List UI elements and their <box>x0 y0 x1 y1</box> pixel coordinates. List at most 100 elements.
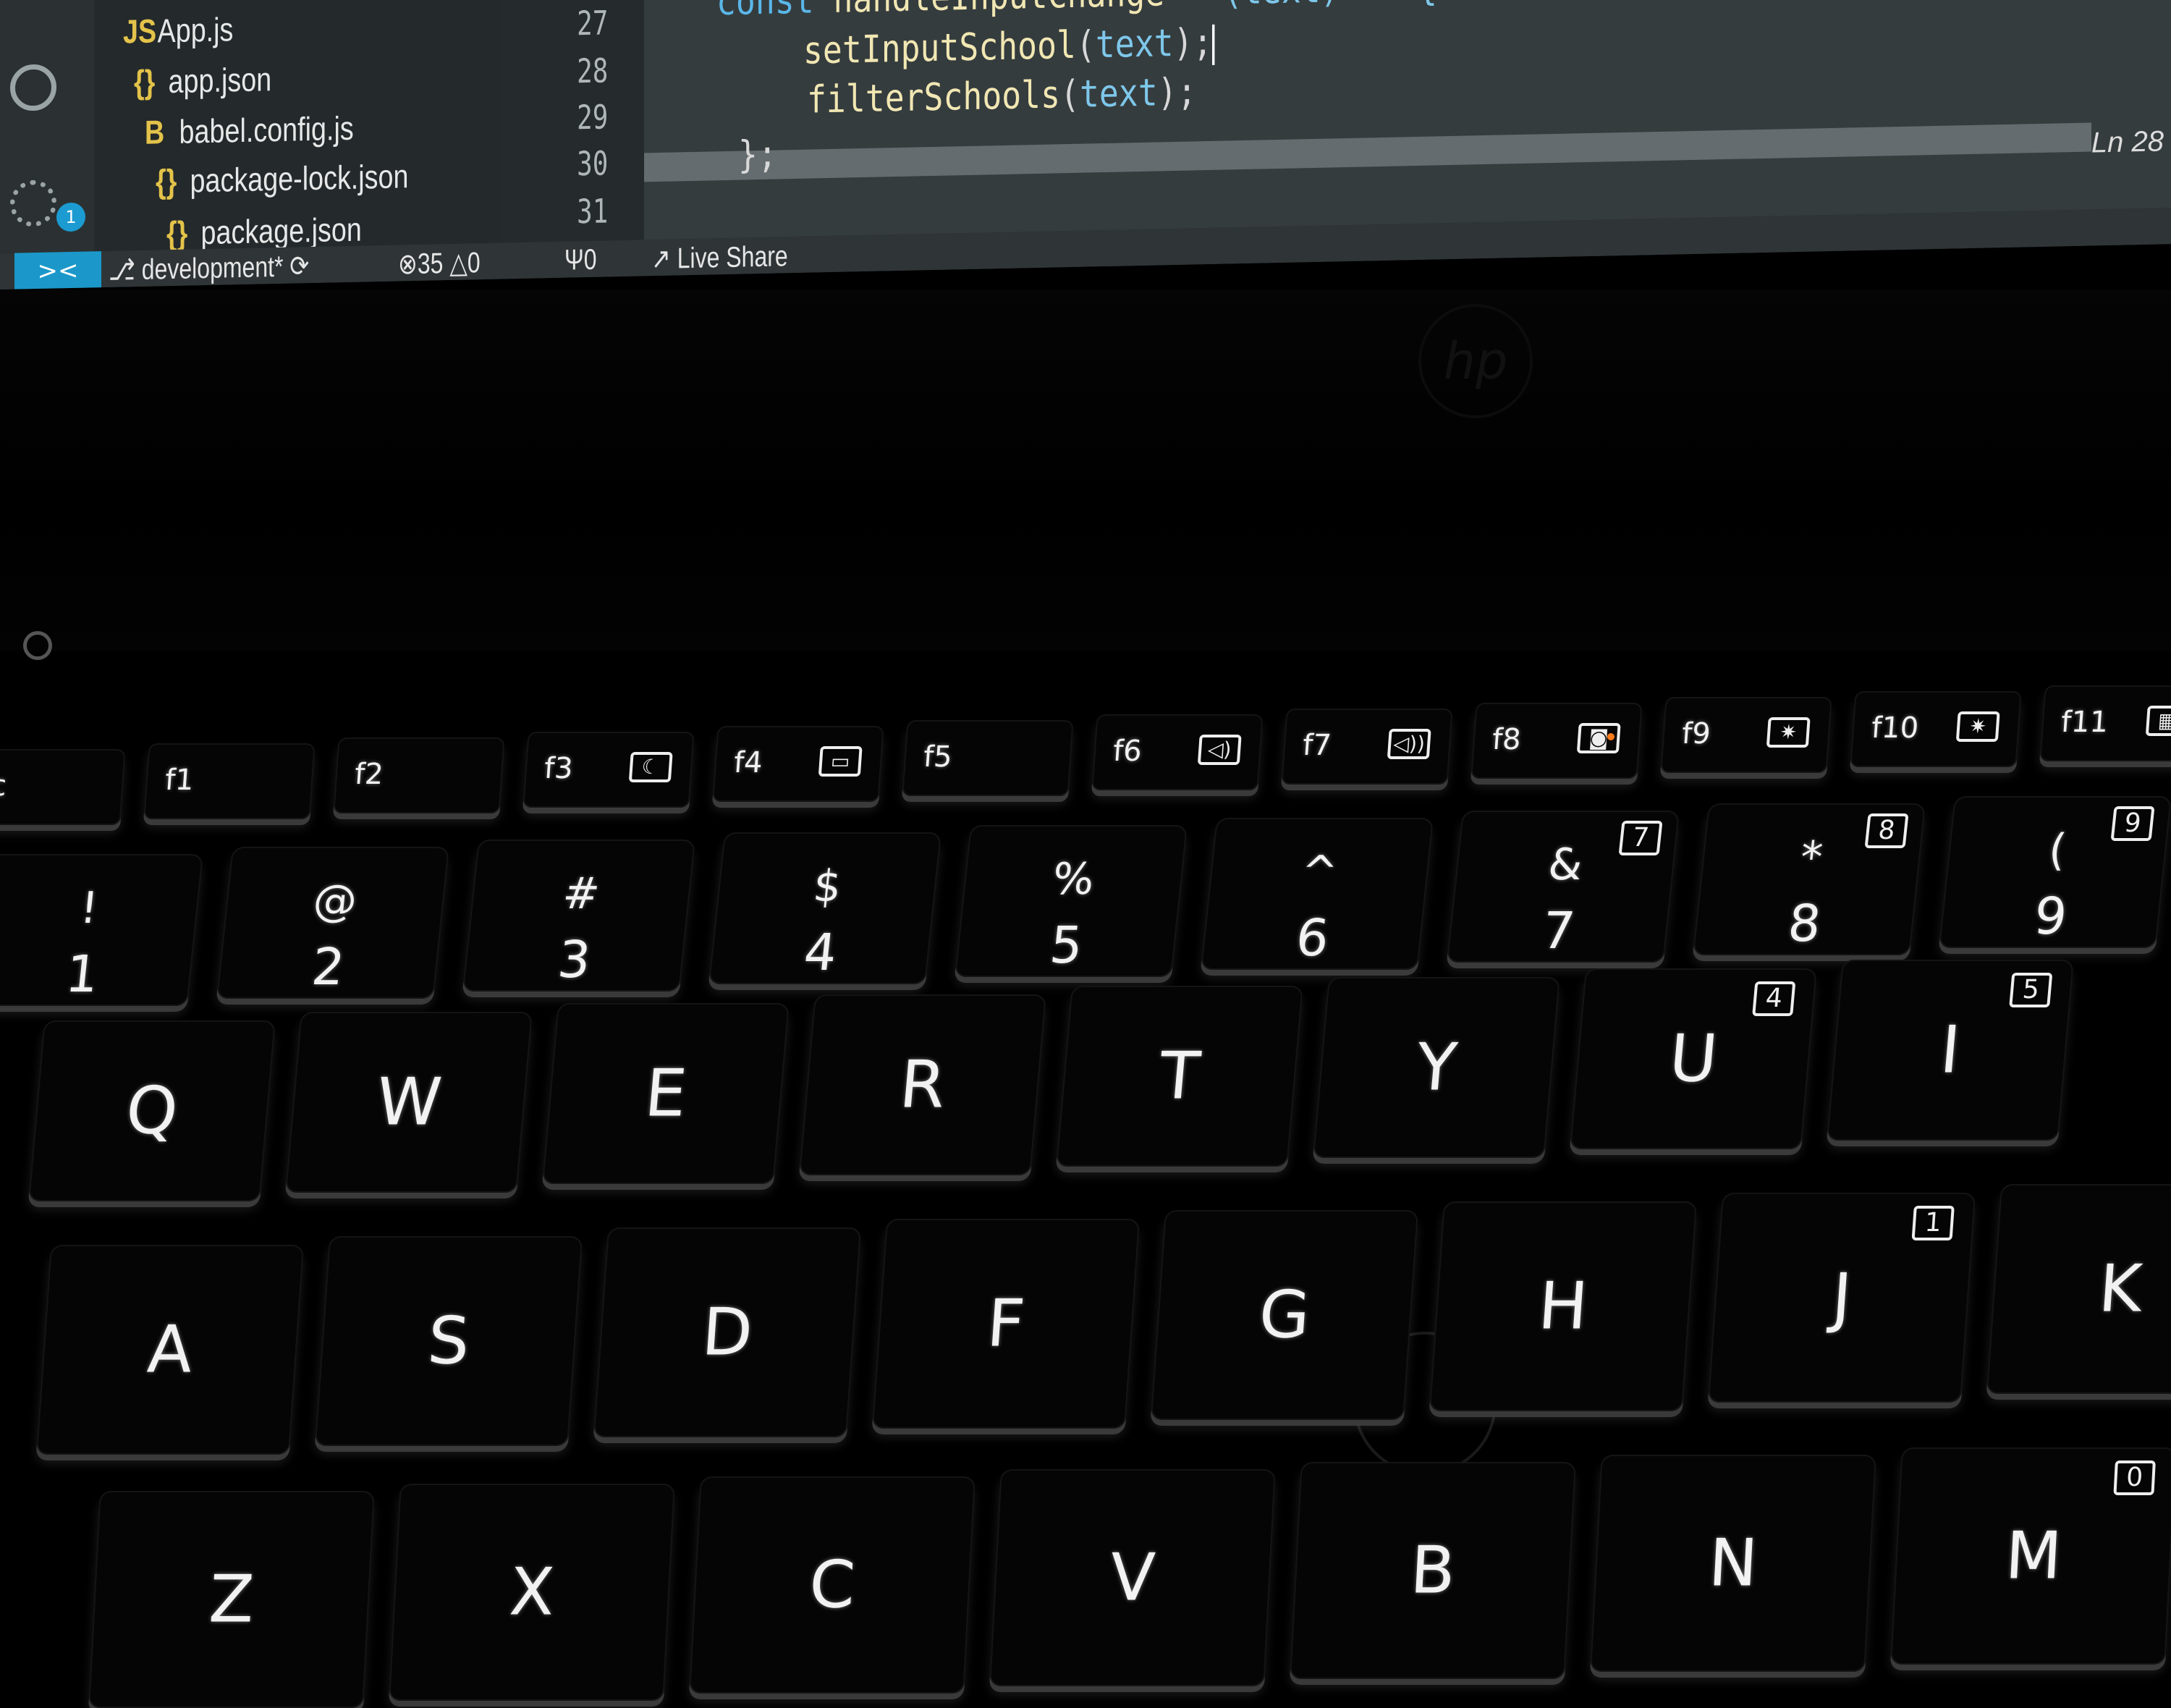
letter-key-v[interactable]: V <box>989 1469 1276 1686</box>
letter-key-s[interactable]: S <box>314 1236 583 1446</box>
letter-key-h[interactable]: H <box>1429 1201 1698 1411</box>
letter-key-g[interactable]: G <box>1150 1210 1419 1420</box>
activity-bar: 1 <box>0 0 94 254</box>
warning-icon: △ <box>449 247 467 279</box>
file-item[interactable]: {} app.json <box>134 59 271 106</box>
key-letter: T <box>1156 1038 1203 1115</box>
file-item[interactable]: {} package-lock.json <box>156 156 408 205</box>
function-key-f3[interactable]: f3 ☾ <box>522 732 695 808</box>
letter-key-z[interactable]: Z <box>88 1491 375 1708</box>
function-key-f5[interactable]: f5 <box>902 720 1074 796</box>
letter-key-f[interactable]: F <box>871 1219 1140 1429</box>
function-key-sc[interactable]: sc <box>0 749 126 825</box>
ports-indicator[interactable]: Ψ0 <box>564 244 597 277</box>
function-key-f8[interactable]: f8 ◙ <box>1470 703 1643 779</box>
key-letter: D <box>699 1294 756 1371</box>
function-key-f9[interactable]: f9 ✷ <box>1660 697 1832 773</box>
line-number: 30 <box>576 143 608 184</box>
letter-key-i[interactable]: I5 <box>1827 960 2074 1141</box>
function-key-icon: ▦ <box>2145 706 2171 736</box>
key-letter: H <box>1536 1268 1591 1345</box>
key-letter: N <box>1706 1525 1760 1602</box>
function-key-f10[interactable]: f10 ✷ <box>1850 691 2022 767</box>
laptop-bezel <box>0 289 2171 651</box>
letter-key-j[interactable]: J1 <box>1707 1193 1976 1403</box>
number-key-8[interactable]: * 8 8 <box>1692 803 1926 955</box>
key-label: f4 <box>732 746 764 779</box>
number-key-3[interactable]: #3 <box>462 840 696 992</box>
code-line: filterSchools(text); <box>807 70 1197 122</box>
letter-key-e[interactable]: E <box>542 1003 790 1184</box>
line-number: 28 <box>576 51 608 91</box>
number-key-6[interactable]: ^ 6 <box>1200 818 1434 970</box>
line-number: 27 <box>576 3 608 43</box>
key-symbol: # <box>560 868 602 919</box>
line-number: 29 <box>576 97 608 138</box>
key-letter: K <box>2096 1251 2145 1327</box>
letter-key-c[interactable]: C <box>689 1476 976 1694</box>
text-cursor <box>1212 24 1215 65</box>
letter-key-w[interactable]: W <box>285 1012 533 1193</box>
number-key-5[interactable]: % 5 <box>954 825 1188 977</box>
key-symbol: $ <box>811 861 844 912</box>
cursor-position[interactable]: Ln 28 <box>2091 125 2164 159</box>
key-label: f7 <box>1301 729 1333 762</box>
letter-key-a[interactable]: A <box>35 1245 305 1455</box>
function-key-f7[interactable]: f7 ◁)) <box>1281 709 1453 785</box>
key-letter: W <box>373 1064 445 1141</box>
code-editor[interactable]: const handleInputChange = (text) => { se… <box>644 0 2171 240</box>
letter-key-u[interactable]: U4 <box>1570 968 1817 1149</box>
remote-button[interactable]: >< <box>14 251 101 289</box>
code-line: setInputSchool(text); <box>803 21 1215 74</box>
js-file-icon: JS <box>123 12 157 51</box>
account-icon[interactable] <box>10 64 56 111</box>
numpad-label: 0 <box>2113 1460 2156 1495</box>
gear-icon[interactable] <box>10 179 56 227</box>
function-key-icon: ◁)) <box>1387 729 1431 759</box>
letter-key-y[interactable]: Y <box>1313 977 1560 1158</box>
letter-key-b[interactable]: B <box>1290 1462 1576 1679</box>
letter-key-k[interactable]: K2 <box>1986 1184 2171 1394</box>
number-key-2[interactable]: @2 <box>216 847 450 999</box>
function-key-icon: ☾ <box>628 752 673 782</box>
function-key-f2[interactable]: f2 <box>333 737 505 813</box>
key-letter: E <box>641 1055 690 1132</box>
file-item[interactable]: Bbabel.config.js <box>145 109 354 156</box>
file-name: package-lock.json <box>190 157 409 200</box>
json-file-icon: {} <box>134 62 156 101</box>
power-icon[interactable] <box>23 631 52 660</box>
laptop-screen: 1 JSApp.js {} app.json Bbabel.config.js {… <box>0 0 2171 289</box>
live-share-button[interactable]: ↗ Live Share <box>651 240 788 276</box>
branch-indicator[interactable]: ⎇ development* ⟳ <box>109 250 309 287</box>
key-letter: Q <box>122 1073 182 1149</box>
key-letter: X <box>507 1554 556 1631</box>
key-letter: I <box>1937 1012 1963 1088</box>
number-key-4[interactable]: $4 <box>708 832 942 984</box>
ports-icon: Ψ <box>564 244 584 276</box>
key-label: f3 <box>543 752 575 785</box>
number-key-9[interactable]: (9 9 <box>1938 796 2171 948</box>
letter-key-r[interactable]: R <box>799 994 1046 1175</box>
key-number: 3 <box>554 930 594 989</box>
file-name: package.json <box>200 210 362 252</box>
function-key-f6[interactable]: f6 ◁) <box>1091 714 1264 790</box>
letter-key-n[interactable]: N <box>1590 1455 1876 1672</box>
function-key-f4[interactable]: f4 ▭ <box>712 726 884 802</box>
key-label: f10 <box>1870 711 1920 745</box>
letter-key-d[interactable]: D <box>593 1227 862 1437</box>
file-name: babel.config.js <box>179 109 354 151</box>
letter-key-q[interactable]: Q <box>28 1020 276 1201</box>
letter-key-t[interactable]: T <box>1056 986 1303 1167</box>
function-key-f1[interactable]: f1 <box>143 743 316 819</box>
file-item[interactable]: JSApp.js <box>123 9 233 55</box>
key-number: 2 <box>308 937 348 997</box>
function-key-f11[interactable]: f11 ▦ <box>2039 685 2171 761</box>
number-key-7[interactable]: & 7 7 <box>1446 811 1680 963</box>
letter-key-m[interactable]: M0 <box>1890 1447 2171 1665</box>
number-key-1[interactable]: ! 1 <box>0 854 204 1006</box>
error-icon: ⊗ <box>398 248 418 281</box>
problems-indicator[interactable]: ⊗35 △0 <box>398 246 481 281</box>
letter-key-x[interactable]: X <box>389 1484 675 1701</box>
numpad-label: 9 <box>2110 806 2155 841</box>
key-label: f1 <box>164 764 195 797</box>
